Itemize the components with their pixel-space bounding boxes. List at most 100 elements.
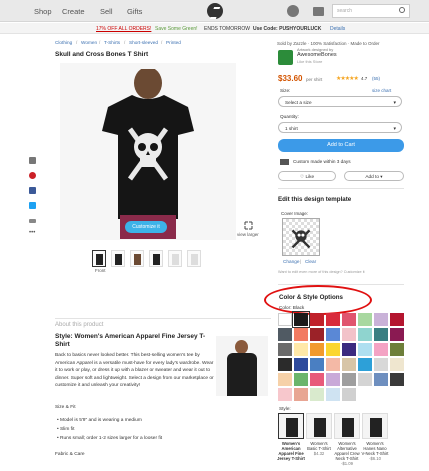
view-larger-link[interactable]: view larger	[237, 232, 259, 237]
color-swatch[interactable]	[374, 328, 388, 341]
clear-link[interactable]: Clear	[305, 259, 316, 264]
store-name-link[interactable]: AwesomeBones	[297, 52, 337, 58]
link-icon[interactable]	[29, 219, 36, 223]
thumbnail[interactable]	[111, 250, 125, 267]
breadcrumb-women[interactable]: Women	[81, 40, 97, 45]
color-swatch[interactable]	[294, 328, 308, 341]
color-swatch[interactable]	[326, 358, 340, 371]
color-swatch[interactable]	[342, 373, 356, 386]
divider	[278, 284, 404, 285]
color-swatch[interactable]	[294, 373, 308, 386]
color-swatch[interactable]	[326, 373, 340, 386]
color-swatch[interactable]	[342, 358, 356, 371]
color-swatch[interactable]	[294, 388, 308, 401]
style-tile-hanes[interactable]	[362, 413, 388, 439]
breadcrumb-short-sleeved[interactable]: Short-sleeved	[129, 40, 158, 45]
quantity-select[interactable]: 1 shirt ▾	[278, 122, 402, 133]
color-swatch[interactable]	[294, 358, 308, 371]
main-product-image[interactable]	[60, 63, 236, 240]
customize-button[interactable]: Customize it	[125, 221, 167, 233]
customize-hint[interactable]: Want to edit even more of this design? C…	[278, 270, 365, 274]
promo-deal[interactable]: 17% OFF ALL ORDERS!	[96, 26, 151, 32]
thumbnail[interactable]	[168, 250, 182, 267]
color-swatch[interactable]	[278, 343, 292, 356]
thumbnail-front[interactable]	[92, 250, 106, 267]
thumbnail[interactable]	[149, 250, 163, 267]
like-button[interactable]: ♡ Like	[278, 171, 336, 181]
color-swatch[interactable]	[310, 388, 324, 401]
rating-stars[interactable]: ★★★★★	[336, 75, 359, 82]
color-swatch[interactable]	[310, 328, 324, 341]
color-swatch[interactable]	[390, 313, 404, 326]
color-swatch[interactable]	[358, 358, 372, 371]
breadcrumb-printed[interactable]: Printed	[166, 40, 181, 45]
color-swatch[interactable]	[310, 343, 324, 356]
style-tile-basic[interactable]	[306, 413, 332, 439]
size-select[interactable]: Select a size ▾	[278, 96, 402, 107]
color-swatch[interactable]	[390, 358, 404, 371]
facebook-icon[interactable]	[29, 187, 36, 194]
pinterest-icon[interactable]	[29, 172, 36, 179]
color-swatch[interactable]	[342, 388, 356, 401]
color-swatch[interactable]	[390, 328, 404, 341]
color-swatch[interactable]	[374, 343, 388, 356]
breadcrumb-clothing[interactable]: Clothing	[55, 40, 72, 45]
store-sub-link[interactable]: Like this Store	[297, 59, 322, 64]
color-swatch[interactable]	[358, 343, 372, 356]
color-swatch[interactable]	[278, 388, 292, 401]
highlight-annotation-circle	[264, 285, 372, 315]
color-swatch[interactable]	[358, 328, 372, 341]
color-swatch[interactable]	[342, 343, 356, 356]
color-swatch[interactable]	[390, 373, 404, 386]
breadcrumb-sep: /	[161, 40, 163, 45]
cover-image-preview[interactable]	[282, 218, 320, 256]
color-swatch[interactable]	[358, 313, 372, 326]
nav-sell[interactable]: Sell	[100, 7, 113, 16]
color-swatch[interactable]	[292, 311, 310, 328]
add-to-button[interactable]: Add to ▾	[344, 171, 404, 181]
product-description: Back to basics never looked better. This…	[55, 353, 214, 388]
color-swatch[interactable]	[342, 313, 356, 326]
color-swatch[interactable]	[326, 343, 340, 356]
breadcrumb-tshirts[interactable]: T-Shirts	[104, 40, 120, 45]
add-to-cart-button[interactable]: Add to Cart	[278, 139, 404, 152]
zazzle-logo[interactable]	[207, 3, 223, 19]
color-swatch[interactable]	[390, 343, 404, 356]
color-swatch[interactable]	[342, 328, 356, 341]
thumbnail[interactable]	[130, 250, 144, 267]
chevron-down-icon: ▾	[378, 174, 383, 179]
color-swatch[interactable]	[310, 313, 324, 326]
store-logo[interactable]	[278, 50, 293, 65]
cart-icon[interactable]	[313, 7, 324, 16]
twitter-icon[interactable]	[29, 202, 36, 209]
style-tile-alternative[interactable]	[334, 413, 360, 439]
color-swatch[interactable]	[310, 373, 324, 386]
color-swatch[interactable]	[326, 313, 340, 326]
more-icon[interactable]: •••	[29, 230, 36, 238]
color-swatch[interactable]	[278, 373, 292, 386]
size-chart-link[interactable]: size chart	[372, 88, 391, 93]
nav-create[interactable]: Create	[62, 7, 85, 16]
change-link[interactable]: Change	[283, 259, 299, 264]
color-swatch[interactable]	[278, 313, 292, 326]
color-swatch[interactable]	[278, 358, 292, 371]
nav-shop[interactable]: Shop	[34, 7, 52, 16]
style-tile-fine-jersey[interactable]	[278, 413, 304, 439]
color-swatch[interactable]	[278, 328, 292, 341]
thumbnail[interactable]	[187, 250, 201, 267]
color-swatch[interactable]	[326, 388, 340, 401]
color-swatch[interactable]	[374, 313, 388, 326]
color-swatch[interactable]	[374, 373, 388, 386]
nav-gifts[interactable]: Gifts	[127, 7, 142, 16]
expand-icon[interactable]	[244, 221, 253, 230]
search-icon[interactable]	[399, 7, 405, 13]
color-swatch[interactable]	[310, 358, 324, 371]
color-swatch[interactable]	[326, 328, 340, 341]
account-icon[interactable]	[287, 5, 299, 17]
email-icon[interactable]	[29, 157, 36, 164]
color-swatch[interactable]	[358, 373, 372, 386]
color-swatch[interactable]	[294, 343, 308, 356]
promo-details-link[interactable]: Details	[330, 26, 345, 32]
review-count-link[interactable]: (55)	[372, 76, 380, 81]
color-swatch[interactable]	[374, 358, 388, 371]
